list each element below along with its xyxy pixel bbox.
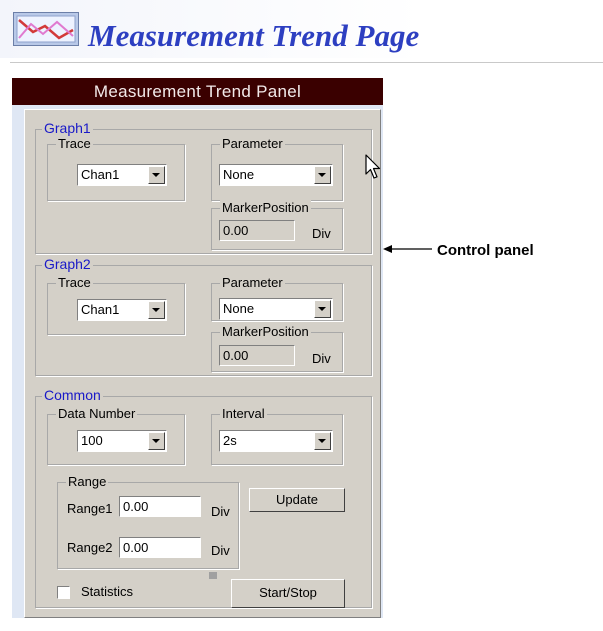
status-indicator	[209, 572, 217, 579]
graph1-marker-group: MarkerPosition 0.00 Div	[211, 200, 343, 250]
graph1-parameter-label: Parameter	[220, 136, 285, 152]
data-number-label: Data Number	[56, 406, 138, 422]
graph2-parameter-label: Parameter	[220, 275, 285, 291]
graph1-trace-label: Trace	[56, 136, 93, 152]
common-label: Common	[42, 387, 103, 403]
interval-value: 2s	[223, 433, 237, 448]
graph1-trace-select[interactable]: Chan1	[77, 164, 167, 186]
graph1-marker-field: 0.00	[219, 220, 295, 241]
control-panel: Graph1 Trace Chan1 Parameter None Marker…	[24, 109, 381, 618]
graph2-marker-value: 0.00	[223, 348, 249, 363]
interval-select[interactable]: 2s	[219, 430, 333, 452]
data-number-value: 100	[81, 433, 103, 448]
graph2-trace-group: Trace Chan1	[47, 275, 185, 335]
range1-unit: Div	[211, 504, 230, 519]
chevron-down-icon[interactable]	[314, 432, 331, 450]
graph1-group: Graph1 Trace Chan1 Parameter None Marker…	[35, 120, 372, 254]
graph2-parameter-value: None	[223, 301, 255, 316]
mouse-pointer-icon	[365, 154, 381, 179]
graph1-trace-value: Chan1	[81, 167, 120, 182]
chevron-down-icon[interactable]	[148, 432, 165, 450]
panel-title: Measurement Trend Panel	[12, 78, 383, 105]
range1-label: Range1	[67, 501, 113, 516]
range1-input[interactable]: 0.00	[119, 496, 201, 517]
callout-label: Control panel	[437, 242, 534, 259]
callout-arrow-icon	[383, 245, 432, 253]
range-group: Range Range1 0.00 Div Range2 0.00 Div	[57, 474, 239, 569]
range2-value: 0.00	[123, 540, 149, 555]
graph1-parameter-select[interactable]: None	[219, 164, 333, 186]
graph1-trace-group: Trace Chan1	[47, 136, 185, 201]
data-number-group: Data Number 100	[47, 406, 185, 465]
graph2-trace-label: Trace	[56, 275, 93, 291]
graph2-marker-label: MarkerPosition	[220, 324, 311, 340]
range-label: Range	[66, 474, 109, 490]
graph2-parameter-group: Parameter None	[211, 275, 343, 321]
graph1-label: Graph1	[42, 120, 93, 136]
graph2-group: Graph2 Trace Chan1 Parameter None Marker…	[35, 256, 372, 376]
graph2-marker-unit: Div	[312, 351, 331, 366]
chevron-down-icon[interactable]	[148, 301, 165, 319]
interval-label: Interval	[220, 406, 267, 422]
common-group: Common Data Number 100 Interval 2s Range…	[35, 387, 372, 608]
graph1-marker-value: 0.00	[223, 223, 249, 238]
graph1-marker-unit: Div	[312, 226, 331, 241]
graph2-marker-group: MarkerPosition 0.00 Div	[211, 324, 343, 372]
statistics-checkbox[interactable]	[57, 586, 70, 599]
graph2-trace-select[interactable]: Chan1	[77, 299, 167, 321]
chevron-down-icon[interactable]	[314, 166, 331, 184]
range2-input[interactable]: 0.00	[119, 537, 201, 558]
statistics-label: Statistics	[81, 584, 134, 599]
chevron-down-icon[interactable]	[148, 166, 165, 184]
graph2-marker-field: 0.00	[219, 345, 295, 366]
graph1-parameter-group: Parameter None	[211, 136, 343, 201]
chevron-down-icon[interactable]	[314, 300, 331, 318]
range1-value: 0.00	[123, 499, 149, 514]
graph2-parameter-select[interactable]: None	[219, 298, 333, 320]
data-number-select[interactable]: 100	[77, 430, 167, 452]
trend-chart-icon	[13, 12, 79, 46]
graph1-marker-label: MarkerPosition	[220, 200, 311, 216]
interval-group: Interval 2s	[211, 406, 343, 465]
range2-label: Range2	[67, 540, 113, 555]
graph1-parameter-value: None	[223, 167, 255, 182]
page-title: Measurement Trend Page	[88, 18, 420, 53]
range2-unit: Div	[211, 543, 230, 558]
header-divider	[10, 62, 603, 63]
graph2-trace-value: Chan1	[81, 302, 120, 317]
update-button[interactable]: Update	[249, 488, 345, 512]
start-stop-button[interactable]: Start/Stop	[231, 579, 345, 608]
graph2-label: Graph2	[42, 256, 93, 272]
